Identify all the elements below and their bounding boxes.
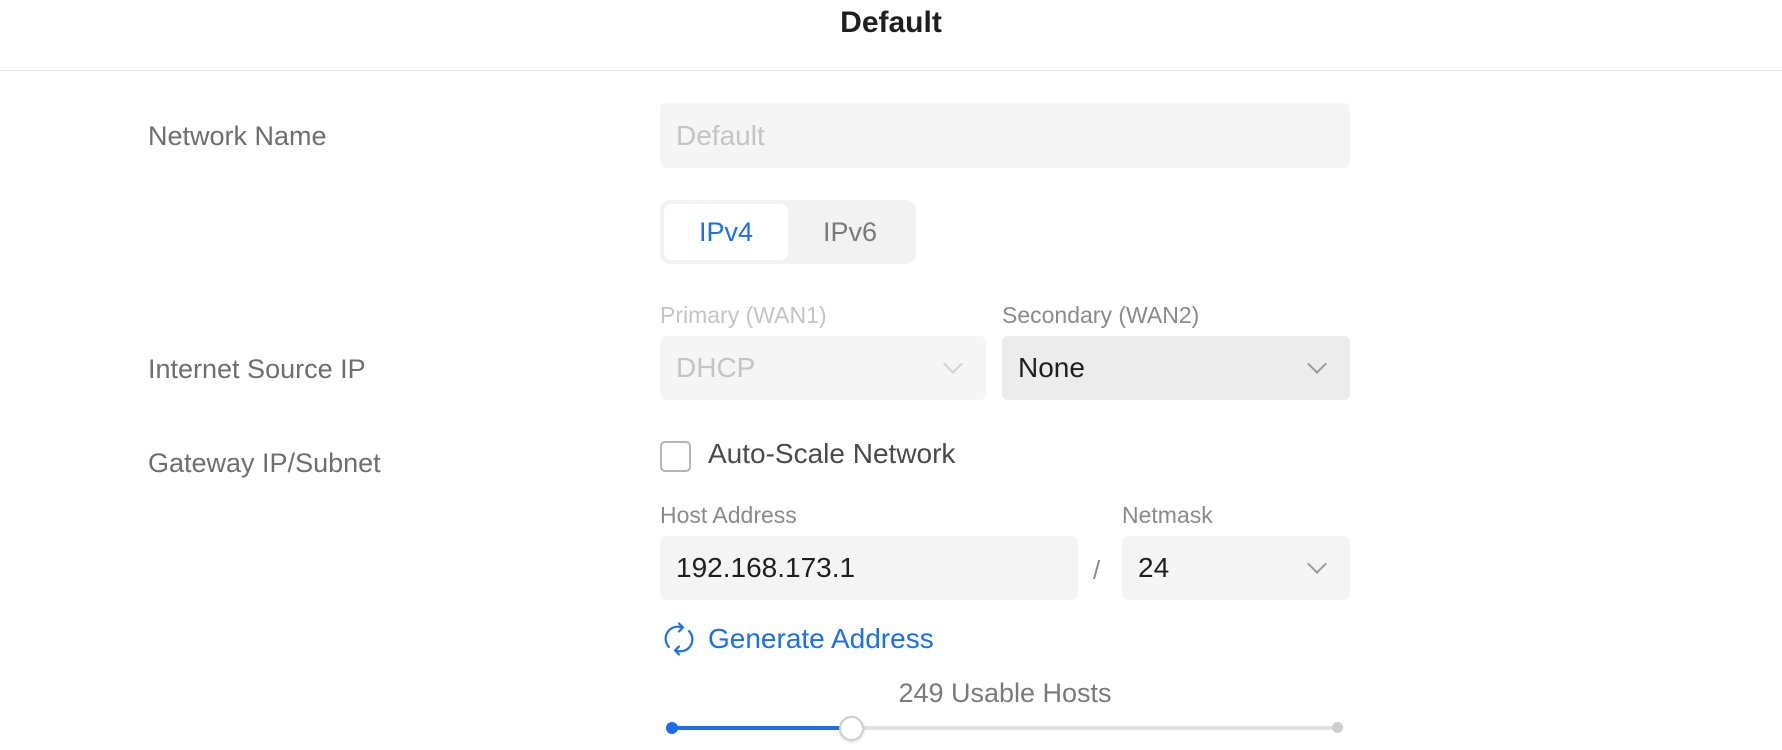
host-address-input[interactable]: 192.168.173.1 xyxy=(660,536,1078,600)
hosts-slider-track[interactable] xyxy=(672,726,1338,730)
ip-version-toggle: IPv4 IPv6 xyxy=(660,200,916,264)
internet-source-ip-label: Internet Source IP xyxy=(148,354,366,384)
primary-wan-select[interactable]: DHCP xyxy=(660,336,986,400)
hosts-slider-start-dot xyxy=(666,722,678,734)
network-name-input[interactable]: Default xyxy=(660,103,1350,168)
primary-wan-label: Primary (WAN1) xyxy=(660,302,827,328)
chevron-down-icon xyxy=(1307,554,1327,574)
primary-wan-value: DHCP xyxy=(676,352,756,383)
subnet-separator: / xyxy=(1093,555,1101,585)
page-header: Default xyxy=(0,0,1782,71)
host-address-label: Host Address xyxy=(660,502,797,528)
netmask-value: 24 xyxy=(1138,552,1170,583)
network-name-label: Network Name xyxy=(148,121,327,151)
tab-ipv6[interactable]: IPv6 xyxy=(788,204,912,260)
host-address-value: 192.168.173.1 xyxy=(676,552,856,583)
hosts-slider-fill xyxy=(672,726,852,730)
netmask-select[interactable]: 24 xyxy=(1122,536,1350,600)
usable-hosts-text: 249 Usable Hosts xyxy=(898,678,1112,708)
gateway-ip-subnet-label: Gateway IP/Subnet xyxy=(148,448,381,478)
hosts-slider-thumb[interactable] xyxy=(839,716,865,741)
refresh-icon xyxy=(664,622,694,656)
secondary-wan-value: None xyxy=(1018,352,1085,383)
secondary-wan-label: Secondary (WAN2) xyxy=(1002,302,1200,328)
auto-scale-checkbox[interactable] xyxy=(660,441,691,472)
secondary-wan-select[interactable]: None xyxy=(1002,336,1350,400)
netmask-label: Netmask xyxy=(1122,502,1213,528)
tab-ipv4[interactable]: IPv4 xyxy=(664,204,788,260)
hosts-slider-end-dot xyxy=(1332,722,1343,733)
auto-scale-label[interactable]: Auto-Scale Network xyxy=(708,438,955,470)
generate-address-button[interactable]: Generate Address xyxy=(660,620,934,658)
page-title: Default xyxy=(840,6,942,39)
network-name-placeholder: Default xyxy=(676,119,765,151)
chevron-down-icon xyxy=(943,354,963,374)
generate-address-label: Generate Address xyxy=(708,623,934,654)
chevron-down-icon xyxy=(1307,354,1327,374)
